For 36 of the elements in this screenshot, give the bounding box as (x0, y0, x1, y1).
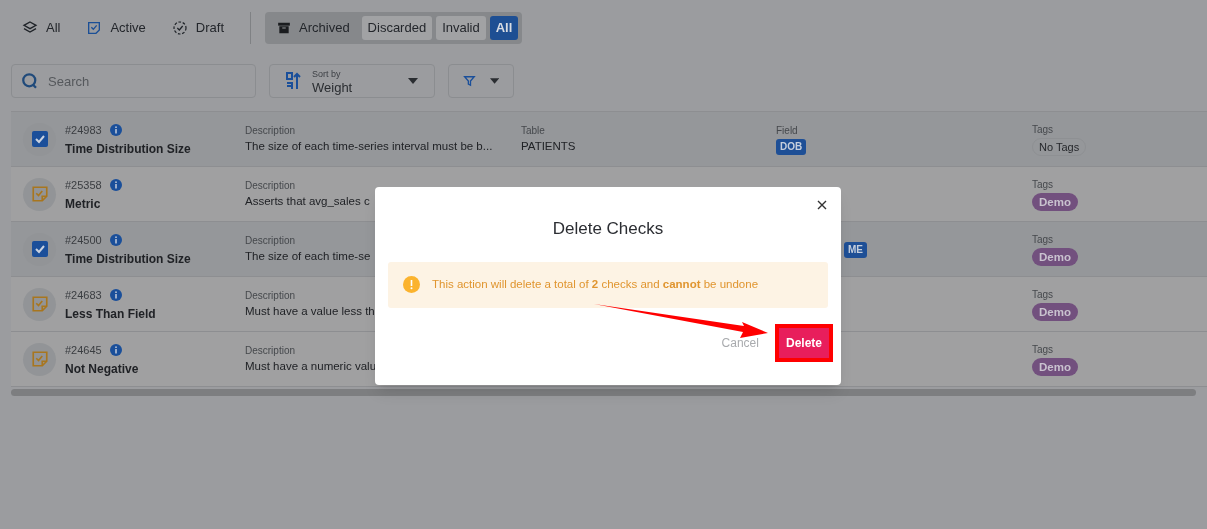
check-id: #24500 (65, 232, 102, 248)
check-name: Time Distribution Size (65, 251, 191, 269)
check-name: Metric (65, 196, 102, 214)
check-id: #24645 (65, 342, 102, 358)
description-text: Must have a numeric valu (245, 358, 378, 374)
check-name: Time Distribution Size (65, 141, 191, 159)
column-label: Tags (1032, 343, 1054, 357)
column-label: Tags (1032, 233, 1054, 247)
column-label: Description (245, 343, 297, 358)
tag-chip: Demo (1032, 358, 1078, 376)
description-text: The size of each time-series interval must be b... (245, 138, 494, 154)
column-label: Field (776, 124, 798, 138)
check-id: #24683 (65, 287, 102, 303)
column-label: Tags (1032, 288, 1054, 302)
column-label: Description (245, 288, 297, 303)
tag-chip: Demo (1032, 193, 1078, 211)
table-name: PATIENTS (521, 138, 577, 154)
field-tag: DOB (776, 139, 807, 155)
description-text: The size of each time-se (245, 248, 372, 264)
column-label: Description (245, 178, 297, 193)
column-label: Description (245, 233, 297, 248)
tag-chip: Demo (1032, 303, 1078, 321)
check-name: Not Negative (65, 361, 139, 379)
description-text: Must have a value less th (245, 303, 376, 319)
column-label: Tags (1032, 178, 1054, 192)
check-id: #25358 (65, 177, 102, 193)
warning-message: This action will delete a total of 2 checks and cannot be undone (432, 276, 759, 292)
description-text: Asserts that avg_sales c (245, 193, 371, 209)
check-name: Less Than Field (65, 306, 156, 324)
field-tag: ME (844, 241, 867, 258)
column-label: Description (245, 123, 297, 138)
column-label: Table (521, 123, 546, 138)
dialog-title: Delete Checks (551, 218, 665, 240)
tag-chip: Demo (1032, 248, 1078, 266)
check-id: #24983 (65, 122, 102, 138)
column-label: Tags (1032, 123, 1054, 137)
